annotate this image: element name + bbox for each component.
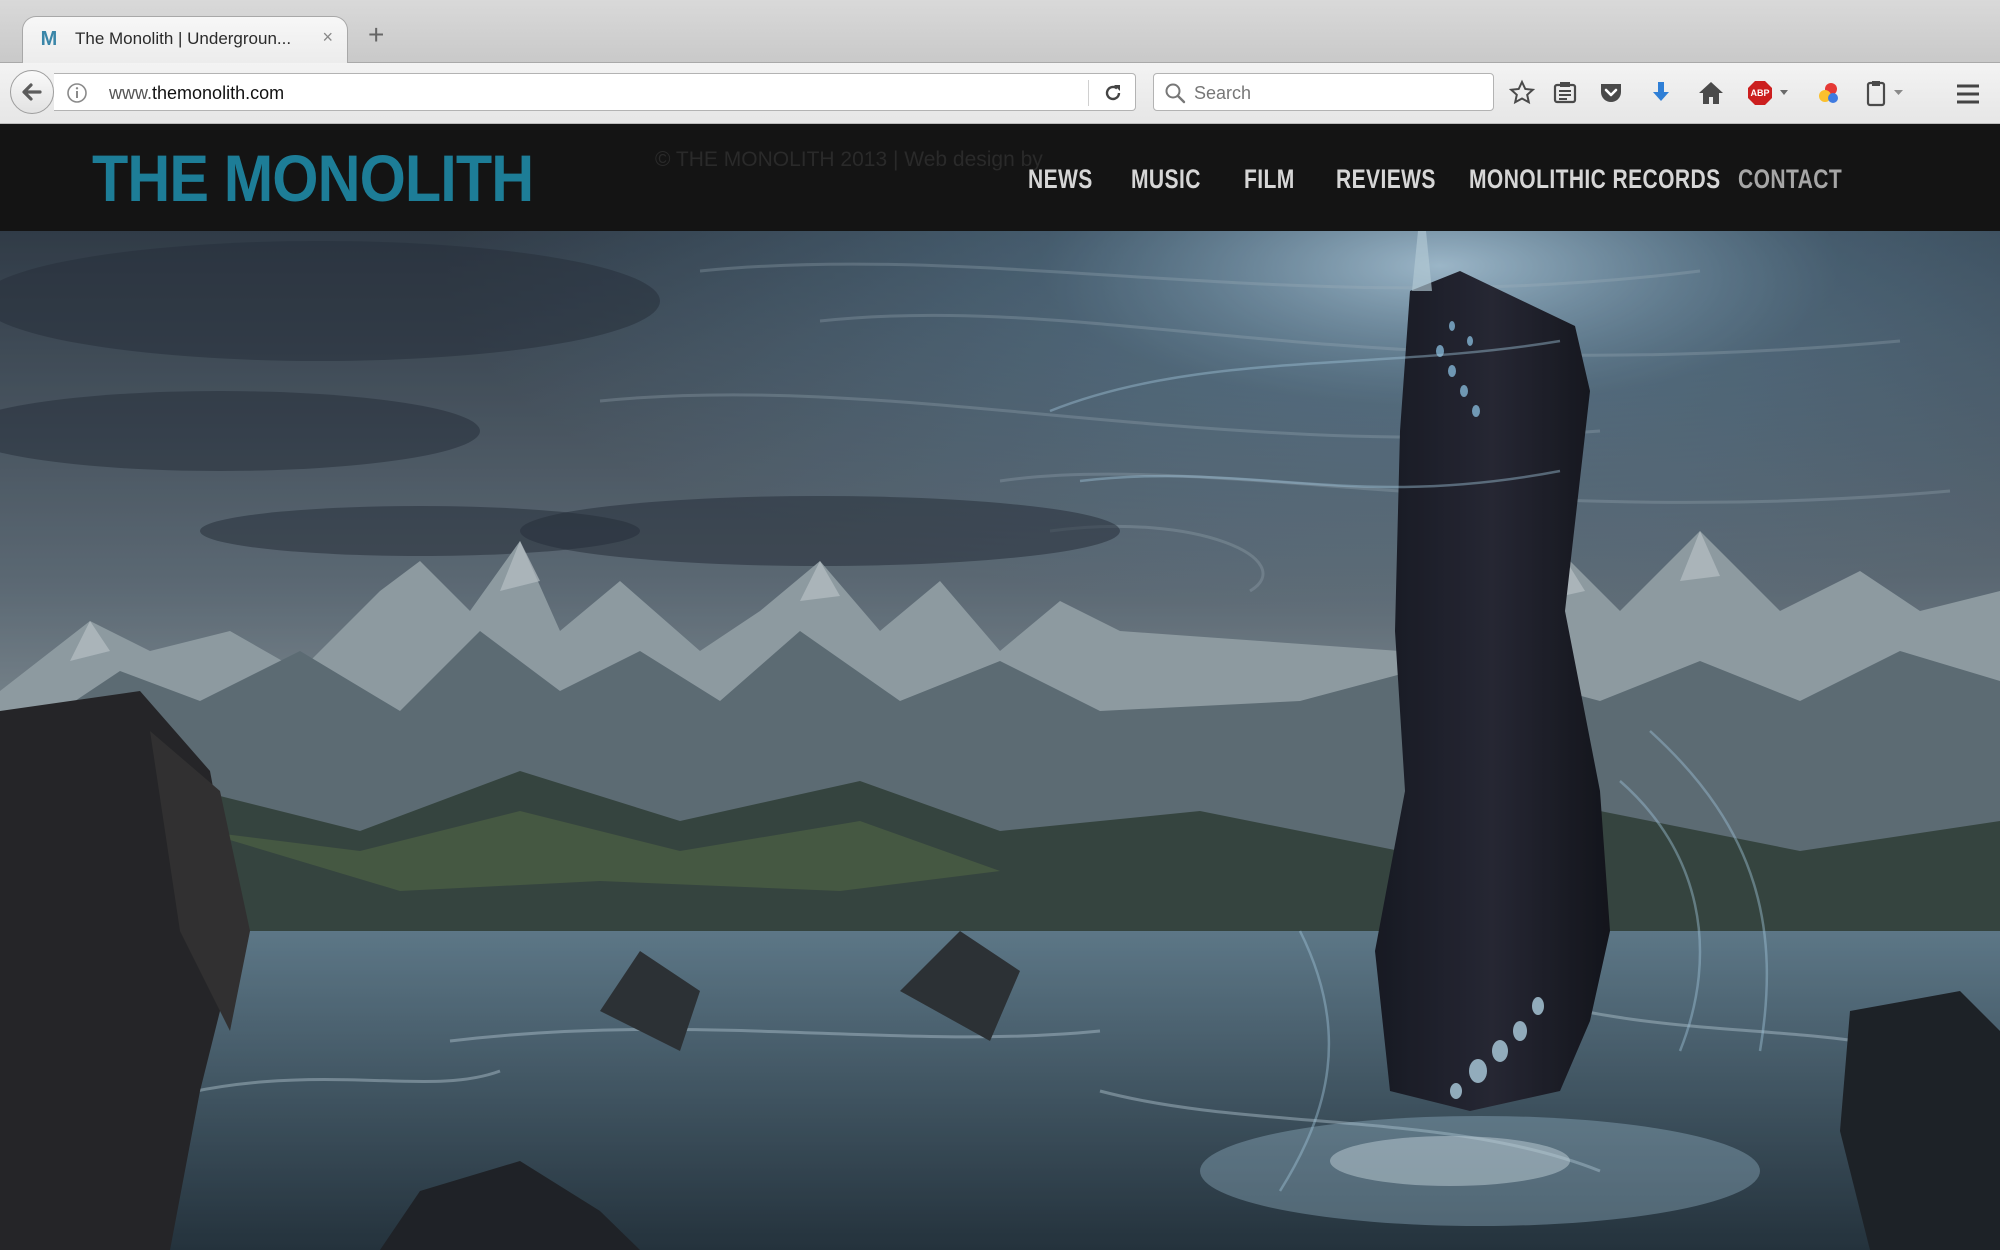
tab-close-icon[interactable]: × [322, 27, 333, 48]
back-arrow-icon [22, 83, 42, 101]
adblock-label: ABP [1750, 88, 1770, 98]
extension-icon[interactable] [1815, 79, 1843, 107]
new-tab-button[interactable]: + [368, 21, 384, 49]
hero-artwork [0, 231, 2000, 1250]
browser-tab[interactable]: M The Monolith | Undergroun... × [22, 16, 348, 63]
home-icon[interactable] [1697, 79, 1725, 107]
search-icon [1165, 83, 1186, 104]
nav-contact[interactable]: CONTACT [1738, 164, 1842, 194]
nav-music[interactable]: MUSIC [1131, 164, 1201, 194]
site-favicon-icon: M [40, 28, 58, 50]
browser-toolbar: www.themonolith.com Search ABP [0, 63, 2000, 124]
menu-icon[interactable] [1954, 80, 1982, 108]
download-icon[interactable] [1647, 79, 1675, 107]
pocket-icon[interactable] [1597, 79, 1625, 107]
search-input[interactable]: Search [1153, 73, 1494, 111]
reading-list-icon[interactable] [1551, 79, 1579, 107]
search-placeholder: Search [1194, 83, 1252, 103]
footer-credit-text: © THE MONOLITH 2013 | Web design by [655, 148, 1043, 171]
star-icon[interactable] [1508, 79, 1536, 107]
nav-reviews[interactable]: REVIEWS [1336, 164, 1436, 194]
url-text: www.themonolith.com [109, 83, 284, 104]
nav-film[interactable]: FILM [1244, 164, 1295, 194]
adblock-icon[interactable]: ABP [1746, 79, 1790, 107]
reload-icon[interactable] [1102, 82, 1124, 104]
url-domain: themonolith.com [152, 83, 285, 103]
tab-title: The Monolith | Undergroun... [75, 29, 292, 48]
info-icon[interactable] [66, 82, 88, 104]
back-button[interactable] [10, 70, 54, 114]
url-prefix: www. [109, 83, 153, 103]
clipboard-icon[interactable] [1862, 79, 1910, 107]
address-bar[interactable]: www.themonolith.com [54, 73, 1136, 111]
nav-news[interactable]: NEWS [1028, 164, 1093, 194]
site-header: THE MONOLITH © THE MONOLITH 2013 | Web d… [0, 124, 2000, 231]
browser-tab-bar: M The Monolith | Undergroun... × + [0, 0, 2000, 63]
divider [1088, 80, 1089, 106]
nav-monolithic-records[interactable]: MONOLITHIC RECORDS [1469, 164, 1721, 194]
site-logo[interactable]: THE MONOLITH [92, 142, 534, 214]
fantasy-landscape-image [0, 231, 2000, 1250]
